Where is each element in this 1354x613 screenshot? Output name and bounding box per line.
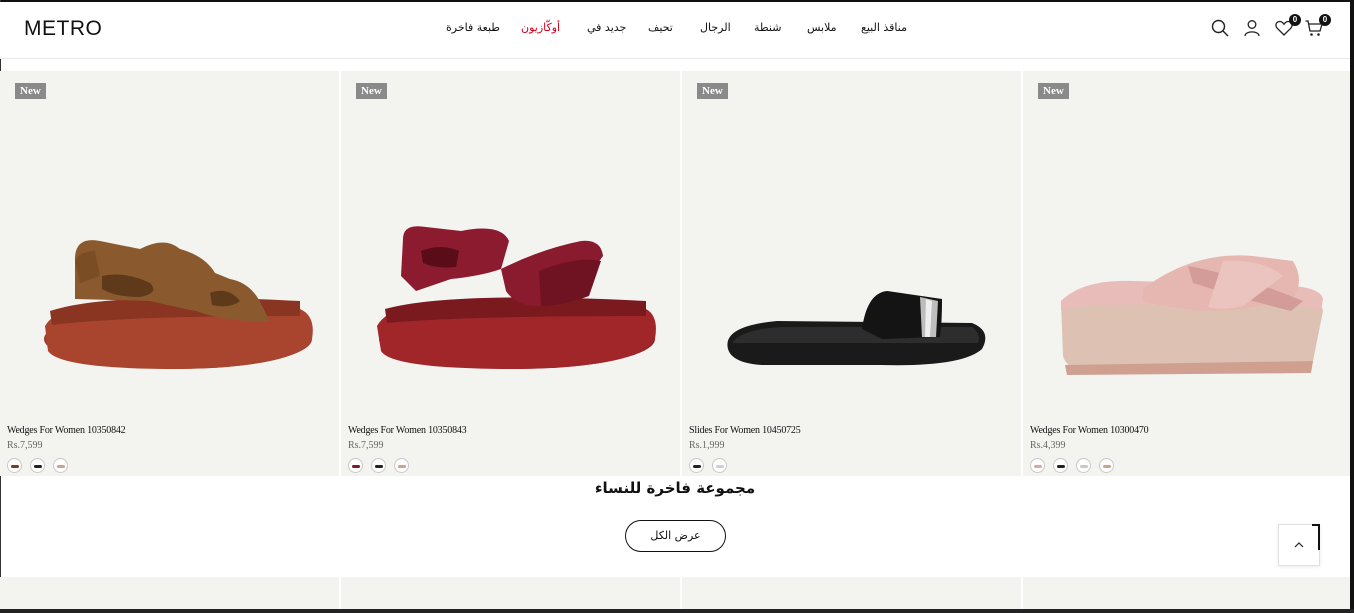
color-swatch[interactable]: [1053, 458, 1068, 473]
new-badge: New: [356, 83, 387, 99]
nav-item-sale-outlets[interactable]: مناقذ البيع: [861, 21, 907, 34]
progress-ring-indicator: [1318, 524, 1320, 550]
product-card[interactable]: New Slides For Women 10450725 Rs.1,999: [682, 71, 1021, 476]
site-logo[interactable]: METRO: [24, 17, 102, 41]
color-swatch[interactable]: [1099, 458, 1114, 473]
product-card[interactable]: New Wedges For Women 10350842 Rs.7,599: [0, 71, 339, 476]
product-price: Rs.7,599: [348, 440, 384, 451]
chevron-up-icon: [1294, 542, 1304, 548]
nav-item-accessories[interactable]: تحيف: [648, 21, 673, 34]
color-swatch[interactable]: [1030, 458, 1045, 473]
product-card[interactable]: [1023, 577, 1350, 613]
color-swatch[interactable]: [394, 458, 409, 473]
site-header: METRO مناقذ البيع ملابس شنطة الرجال تحيف…: [0, 2, 1350, 59]
product-price: Rs.4,399: [1030, 440, 1066, 451]
product-name[interactable]: Slides For Women 10450725: [689, 425, 801, 436]
product-name[interactable]: Wedges For Women 10350843: [348, 425, 467, 436]
back-to-top-button[interactable]: [1278, 524, 1320, 566]
product-grid-next-row: [0, 577, 1350, 613]
nav-item-new-in[interactable]: جديد في: [587, 21, 626, 34]
user-icon[interactable]: [1242, 18, 1264, 40]
product-price: Rs.1,999: [689, 440, 725, 451]
wishlist-button[interactable]: 0: [1274, 14, 1301, 40]
progress-ring-indicator: [1312, 524, 1320, 526]
section-title: مجموعة فاخرة للنساء: [594, 479, 756, 497]
nav-item-sale[interactable]: أوكّازيون: [521, 21, 560, 34]
color-swatch[interactable]: [689, 458, 704, 473]
product-image-brown-sandal[interactable]: [0, 111, 339, 421]
product-price: Rs.7,599: [7, 440, 43, 451]
wishlist-count-badge: 0: [1289, 14, 1301, 26]
product-card[interactable]: [682, 577, 1021, 613]
cart-count-badge: 0: [1319, 14, 1331, 26]
product-name[interactable]: Wedges For Women 10300470: [1030, 425, 1149, 436]
product-image-pink-wedge[interactable]: [1023, 111, 1350, 421]
product-image-maroon-sandal[interactable]: [341, 111, 680, 421]
search-icon[interactable]: [1210, 18, 1232, 40]
color-swatch[interactable]: [7, 458, 22, 473]
product-card[interactable]: [341, 577, 680, 613]
new-badge: New: [15, 83, 46, 99]
nav-item-clothing[interactable]: ملابس: [807, 21, 837, 34]
color-swatches: [1030, 458, 1114, 473]
nav-item-bags[interactable]: شنطة: [754, 21, 781, 34]
color-swatch[interactable]: [371, 458, 386, 473]
product-card[interactable]: New Wedges For Women 10350843 Rs.7,599: [341, 71, 680, 476]
color-swatches: [348, 458, 409, 473]
color-swatch[interactable]: [30, 458, 45, 473]
cart-button[interactable]: 0: [1304, 14, 1331, 40]
nav-item-luxury-edition[interactable]: طبعة فاخرة: [446, 21, 500, 34]
window-frame-bottom: [0, 609, 1354, 613]
nav-item-men[interactable]: الرجال: [700, 21, 731, 34]
window-frame-right: [1350, 0, 1354, 613]
color-swatches: [7, 458, 68, 473]
view-all-button[interactable]: عرض الكل: [625, 520, 726, 552]
color-swatch[interactable]: [348, 458, 363, 473]
new-badge: New: [1038, 83, 1069, 99]
color-swatch[interactable]: [1076, 458, 1091, 473]
product-grid: New Wedges For Women 10350842 Rs.7,599 N…: [0, 71, 1350, 476]
main-nav: مناقذ البيع ملابس شنطة الرجال تحيف جديد …: [446, 21, 907, 39]
color-swatches: [689, 458, 727, 473]
product-name[interactable]: Wedges For Women 10350842: [7, 425, 126, 436]
product-image-black-slide[interactable]: [682, 111, 1021, 421]
new-badge: New: [697, 83, 728, 99]
color-swatch[interactable]: [712, 458, 727, 473]
color-swatch[interactable]: [53, 458, 68, 473]
product-card[interactable]: [0, 577, 339, 613]
header-icons: 0 0: [1210, 14, 1331, 40]
product-card[interactable]: New Wedges For Women 10300470 Rs.4,399: [1023, 71, 1350, 476]
